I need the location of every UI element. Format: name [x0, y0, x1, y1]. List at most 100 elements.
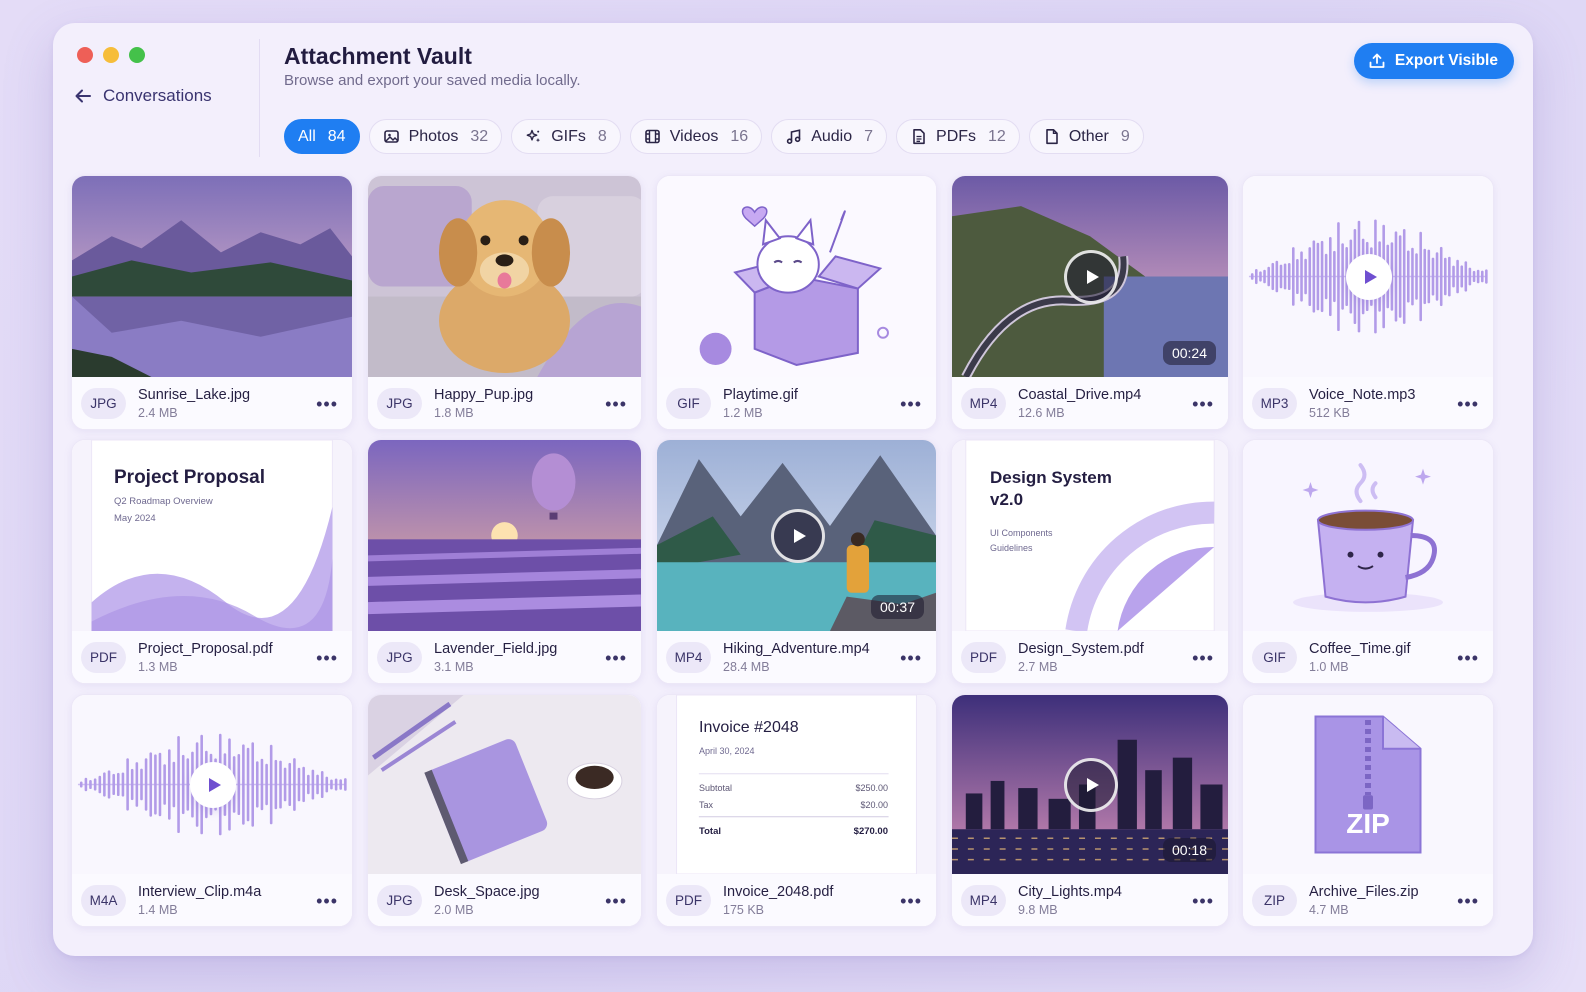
media-thumbnail[interactable]: 00:24: [952, 176, 1228, 377]
more-options-icon[interactable]: •••: [900, 891, 922, 912]
more-options-icon[interactable]: •••: [1457, 394, 1479, 415]
more-options-icon[interactable]: •••: [316, 648, 338, 669]
media-card[interactable]: JPG Lavender_Field.jpg 3.1 MB •••: [367, 439, 642, 684]
media-thumbnail[interactable]: ZIP: [1243, 695, 1493, 874]
more-options-icon[interactable]: •••: [900, 394, 922, 415]
export-visible-button[interactable]: Export Visible: [1353, 43, 1514, 79]
zip-preview-image: [1243, 695, 1493, 874]
media-card[interactable]: JPG Sunrise_Lake.jpg 2.4 MB •••: [71, 175, 353, 430]
zoom-window-button[interactable]: [129, 47, 145, 63]
media-thumbnail[interactable]: [1243, 176, 1493, 377]
more-options-icon[interactable]: •••: [1192, 891, 1214, 912]
file-name: Voice_Note.mp3: [1309, 386, 1416, 403]
file-size: 1.8 MB: [434, 405, 474, 420]
proposal-date: May 2024: [114, 513, 156, 524]
more-options-icon[interactable]: •••: [1457, 891, 1479, 912]
media-card[interactable]: Project Proposal Q2 Roadmap Overview May 2…: [71, 439, 353, 684]
file-info: Playtime.gif 1.2 MB: [723, 387, 798, 420]
file-size: 4.7 MB: [1309, 902, 1349, 917]
minimize-window-button[interactable]: [103, 47, 119, 63]
card-meta: MP4 Hiking_Adventure.mp4 28.4 MB •••: [657, 631, 936, 683]
media-thumbnail[interactable]: Project Proposal Q2 Roadmap Overview May 2…: [72, 440, 352, 631]
media-card[interactable]: GIF Playtime.gif 1.2 MB •••: [656, 175, 937, 430]
coffee-preview-image: [1243, 440, 1493, 631]
file-info: Interview_Clip.m4a 1.4 MB: [138, 884, 261, 917]
media-card[interactable]: GIF Coffee_Time.gif 1.0 MB •••: [1242, 439, 1494, 684]
proposal-subtitle: Q2 Roadmap Overview: [114, 496, 213, 507]
media-thumbnail[interactable]: Invoice #2048 April 30, 2024 Subtotal $250.…: [657, 695, 936, 874]
media-thumbnail[interactable]: 00:18: [952, 695, 1228, 874]
filter-tab-photos[interactable]: Photos 32: [368, 119, 503, 154]
media-thumbnail[interactable]: 00:37: [657, 440, 936, 631]
filter-tab-other[interactable]: Other 9: [1028, 119, 1144, 154]
filter-tab-videos[interactable]: Videos 16: [629, 119, 763, 154]
media-thumbnail[interactable]: [368, 176, 641, 377]
file-type-badge: MP4: [961, 387, 1006, 419]
back-to-conversations-link[interactable]: Conversations: [73, 86, 212, 106]
more-options-icon[interactable]: •••: [605, 891, 627, 912]
more-options-icon[interactable]: •••: [605, 648, 627, 669]
media-card[interactable]: M4A Interview_Clip.m4a 1.4 MB •••: [71, 694, 353, 927]
play-button[interactable]: [1064, 249, 1118, 304]
music-note-icon: [787, 129, 801, 144]
media-thumbnail[interactable]: [657, 176, 936, 377]
filter-tab-gifs[interactable]: GIFs 8: [511, 119, 621, 154]
file-size: 1.0 MB: [1309, 659, 1349, 674]
media-card[interactable]: MP3 Voice_Note.mp3 512 KB •••: [1242, 175, 1494, 430]
media-card[interactable]: JPG Desk_Space.jpg 2.0 MB •••: [367, 694, 642, 927]
lake-preview-image: [72, 176, 352, 377]
more-options-icon[interactable]: •••: [1192, 394, 1214, 415]
media-thumbnail[interactable]: [368, 440, 641, 631]
media-thumbnail[interactable]: Design System v2.0 UI Components Guidelines: [952, 440, 1228, 631]
play-button[interactable]: [1346, 253, 1392, 300]
file-size: 1.2 MB: [723, 405, 763, 420]
filter-tab-all[interactable]: All 84: [284, 119, 360, 154]
media-card[interactable]: 00:37 MP4 Hiking_Adventure.mp4 28.4 MB •••: [656, 439, 937, 684]
zip-label: ZIP: [1346, 807, 1390, 839]
filter-tab-pdfs[interactable]: PDFs 12: [896, 119, 1020, 154]
file-type-badge: M4A: [81, 884, 126, 916]
media-card[interactable]: 00:24 MP4 Coastal_Drive.mp4 12.6 MB •••: [951, 175, 1229, 430]
close-window-button[interactable]: [77, 47, 93, 63]
card-meta: GIF Playtime.gif 1.2 MB •••: [657, 377, 936, 429]
file-name: Playtime.gif: [723, 386, 798, 403]
media-thumbnail[interactable]: [368, 695, 641, 874]
page-title: Attachment Vault: [284, 43, 472, 69]
cat-preview-image: [657, 176, 936, 377]
invoice-row-value: $250.00: [855, 783, 888, 793]
more-options-icon[interactable]: •••: [900, 648, 922, 669]
file-name: Desk_Space.jpg: [434, 883, 540, 900]
more-options-icon[interactable]: •••: [1192, 648, 1214, 669]
play-button[interactable]: [770, 508, 825, 563]
sidebar-divider: [259, 39, 260, 157]
media-card[interactable]: JPG Happy_Pup.jpg 1.8 MB •••: [367, 175, 642, 430]
media-thumbnail[interactable]: [1243, 440, 1493, 631]
media-card[interactable]: Design System v2.0 UI Components Guidelines…: [951, 439, 1229, 684]
file-name: Lavender_Field.jpg: [434, 640, 558, 657]
file-info: Coffee_Time.gif 1.0 MB: [1309, 641, 1411, 674]
media-thumbnail[interactable]: [72, 695, 352, 874]
play-button[interactable]: [190, 761, 236, 808]
file-info: City_Lights.mp4 9.8 MB: [1018, 884, 1122, 917]
image-icon: [383, 130, 399, 143]
card-meta: JPG Sunrise_Lake.jpg 2.4 MB •••: [72, 377, 352, 429]
media-card[interactable]: 00:18 MP4 City_Lights.mp4 9.8 MB •••: [951, 694, 1229, 927]
more-options-icon[interactable]: •••: [1457, 648, 1479, 669]
video-duration: 00:24: [1162, 341, 1216, 365]
play-button[interactable]: [1064, 757, 1118, 812]
app-window: Conversations Attachment Vault Browse an…: [53, 23, 1533, 956]
more-options-icon[interactable]: •••: [316, 394, 338, 415]
file-name: Archive_Files.zip: [1309, 883, 1419, 900]
media-thumbnail[interactable]: [72, 176, 352, 377]
more-options-icon[interactable]: •••: [605, 394, 627, 415]
more-options-icon[interactable]: •••: [316, 891, 338, 912]
media-card[interactable]: ZIP ZIP Archive_Files.zip 4.7 MB •••: [1242, 694, 1494, 927]
pup-preview-image: [368, 176, 641, 377]
card-meta: JPG Desk_Space.jpg 2.0 MB •••: [368, 874, 641, 926]
filter-tab-audio[interactable]: Audio 7: [771, 119, 888, 154]
file-size: 9.8 MB: [1018, 902, 1058, 917]
window-controls: [77, 47, 145, 63]
file-size: 1.3 MB: [138, 659, 178, 674]
media-card[interactable]: Invoice #2048 April 30, 2024 Subtotal $250.…: [656, 694, 937, 927]
file-name: Coastal_Drive.mp4: [1018, 386, 1142, 403]
